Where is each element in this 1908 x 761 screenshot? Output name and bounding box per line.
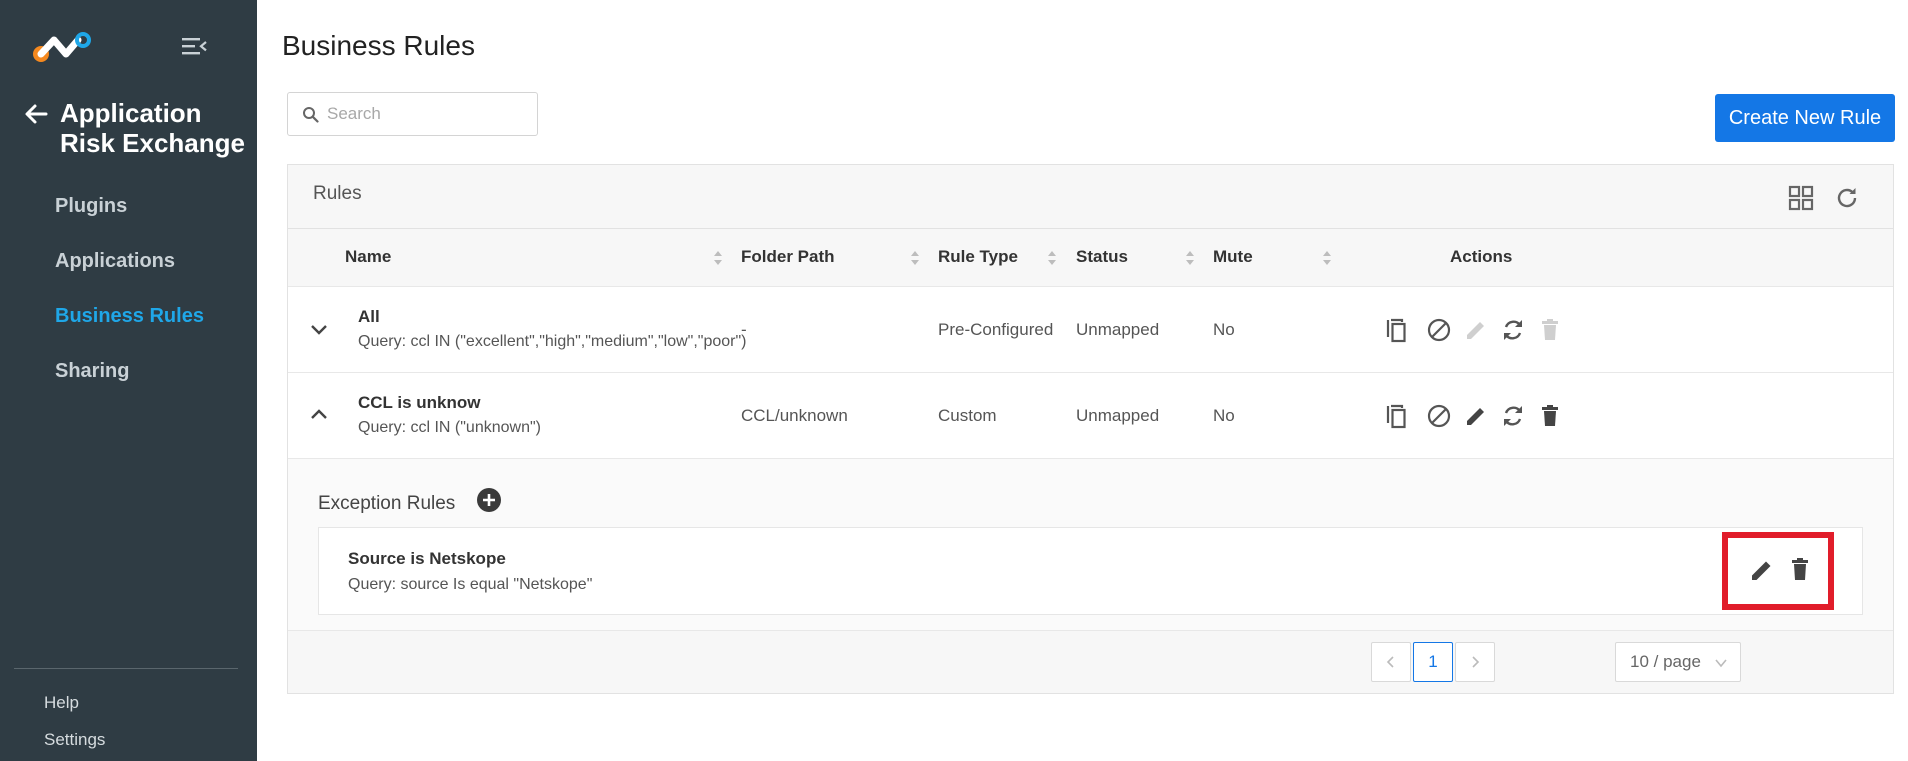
- sidebar-divider: [14, 668, 238, 669]
- expand-chevron-icon[interactable]: [308, 318, 330, 340]
- main-content: Business Rules Create New Rule Rules N: [257, 0, 1908, 761]
- table-header: Name Folder Path Rule Type Status Mute A…: [288, 229, 1893, 287]
- sidebar-item-business-rules[interactable]: Business Rules: [55, 300, 204, 355]
- column-header-mute[interactable]: Mute: [1213, 247, 1253, 267]
- sort-icon[interactable]: [1185, 249, 1195, 267]
- netskope-logo: [33, 32, 91, 62]
- exception-rule-card: Source is Netskope Query: source Is equa…: [318, 527, 1863, 615]
- sort-icon[interactable]: [713, 249, 723, 267]
- rule-type: Pre-Configured: [938, 320, 1054, 339]
- sidebar: Application Risk Exchange Plugins Applic…: [0, 0, 257, 761]
- rule-mute: No: [1213, 406, 1235, 425]
- settings-link[interactable]: Settings: [44, 730, 105, 750]
- search-box[interactable]: [287, 92, 538, 136]
- delete-icon[interactable]: [1536, 402, 1564, 430]
- sort-icon[interactable]: [1322, 249, 1332, 267]
- disable-icon[interactable]: [1425, 402, 1453, 430]
- sidebar-item-plugins[interactable]: Plugins: [55, 190, 204, 245]
- rule-status: Unmapped: [1076, 320, 1160, 339]
- sync-icon[interactable]: [1499, 402, 1527, 430]
- next-page-button[interactable]: [1455, 642, 1495, 682]
- rule-query: Query: ccl IN ("excellent","high","mediu…: [358, 333, 747, 350]
- create-new-rule-button[interactable]: Create New Rule: [1715, 94, 1895, 142]
- help-link[interactable]: Help: [44, 693, 79, 713]
- page-title: Business Rules: [282, 30, 475, 61]
- exception-rule-name: Source is Netskope: [348, 549, 506, 568]
- chevron-down-icon: [1715, 659, 1727, 668]
- chevron-right-icon: [1472, 656, 1480, 668]
- grid-view-icon[interactable]: [1788, 185, 1814, 211]
- rule-mute: No: [1213, 320, 1235, 339]
- rule-type: Custom: [938, 406, 997, 425]
- exception-rules-section: Exception Rules Source is Netskope Query…: [288, 459, 1893, 631]
- column-header-folder-path[interactable]: Folder Path: [741, 247, 835, 267]
- app-header: Application Risk Exchange: [22, 98, 260, 158]
- panel-header: Rules: [288, 165, 1893, 229]
- chevron-left-icon: [1386, 656, 1394, 668]
- edit-icon[interactable]: [1462, 316, 1490, 344]
- rule-query: Query: ccl IN ("unknown"): [358, 419, 541, 436]
- search-icon: [303, 106, 319, 123]
- page-size-label: 10 / page: [1630, 652, 1701, 671]
- table-row: All Query: ccl IN ("excellent","high","m…: [288, 287, 1893, 373]
- rule-name: All: [358, 307, 380, 326]
- rule-folder-path: CCL/unknown: [741, 406, 848, 425]
- search-input[interactable]: [327, 104, 527, 124]
- prev-page-button[interactable]: [1371, 642, 1411, 682]
- delete-icon[interactable]: [1536, 316, 1564, 344]
- rule-status: Unmapped: [1076, 406, 1160, 425]
- sync-icon[interactable]: [1499, 316, 1527, 344]
- rules-table: Name Folder Path Rule Type Status Mute A…: [288, 229, 1893, 631]
- app-title: Application Risk Exchange: [60, 98, 245, 158]
- column-header-status[interactable]: Status: [1076, 247, 1128, 267]
- edit-exception-icon[interactable]: [1747, 555, 1777, 585]
- refresh-icon[interactable]: [1834, 185, 1860, 211]
- column-header-name[interactable]: Name: [345, 247, 391, 267]
- exception-rule-query: Query: source Is equal "Netskope": [348, 576, 593, 593]
- menu-collapse-icon[interactable]: [180, 34, 208, 58]
- column-header-rule-type[interactable]: Rule Type: [938, 247, 1018, 267]
- sidebar-nav: Plugins Applications Business Rules Shar…: [55, 190, 204, 410]
- edit-icon[interactable]: [1462, 402, 1490, 430]
- delete-exception-icon[interactable]: [1785, 555, 1815, 585]
- panel-title: Rules: [313, 183, 362, 204]
- rule-name: CCL is unknow: [358, 393, 481, 412]
- highlight-box: [1722, 532, 1834, 610]
- table-row: CCL is unknow Query: ccl IN ("unknown") …: [288, 373, 1893, 459]
- add-exception-icon[interactable]: [475, 486, 503, 514]
- sort-icon[interactable]: [1047, 249, 1057, 267]
- disable-icon[interactable]: [1425, 316, 1453, 344]
- column-header-actions: Actions: [1450, 247, 1513, 266]
- page-size-select[interactable]: 10 / page: [1615, 642, 1741, 682]
- sidebar-item-sharing[interactable]: Sharing: [55, 355, 204, 410]
- sort-icon[interactable]: [910, 249, 920, 267]
- page-number-button[interactable]: 1: [1413, 642, 1453, 682]
- back-arrow-icon[interactable]: [22, 100, 50, 128]
- exception-rules-title: Exception Rules: [318, 493, 456, 514]
- rules-panel: Rules Name Folder Path Rule Type Status: [287, 164, 1894, 694]
- collapse-chevron-icon[interactable]: [308, 404, 330, 426]
- copy-icon[interactable]: [1383, 402, 1411, 430]
- sidebar-item-applications[interactable]: Applications: [55, 245, 204, 300]
- copy-icon[interactable]: [1383, 316, 1411, 344]
- rule-folder-path: -: [741, 320, 747, 339]
